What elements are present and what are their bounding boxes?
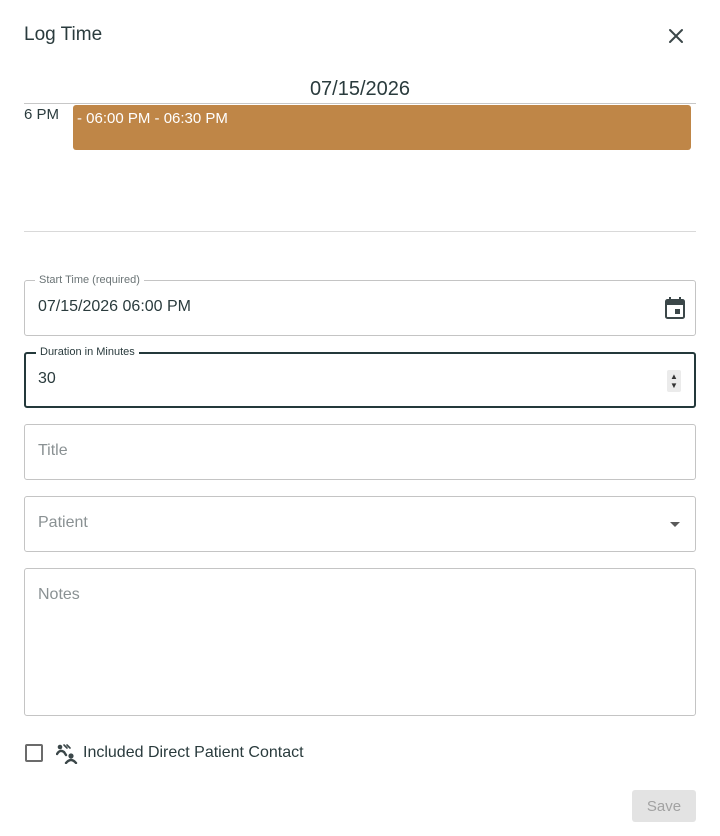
calendar-event-label: - 06:00 PM - 06:30 PM: [77, 110, 228, 127]
duration-value[interactable]: 30: [38, 370, 56, 388]
stepper-down-icon[interactable]: ▼: [670, 381, 678, 390]
calendar-icon[interactable]: [665, 297, 685, 319]
stepper-up-icon[interactable]: ▲: [670, 372, 678, 381]
calendar-hour-label: 6 PM: [24, 106, 60, 123]
calendar-divider: [24, 103, 696, 104]
patient-placeholder: Patient: [38, 514, 88, 531]
close-button[interactable]: [662, 22, 690, 50]
start-time-value[interactable]: 07/15/2026 06:00 PM: [38, 298, 191, 316]
direct-contact-label[interactable]: Included Direct Patient Contact: [83, 744, 304, 762]
section-divider: [24, 231, 696, 232]
title-placeholder: Title: [38, 442, 68, 459]
duration-field[interactable]: Duration in Minutes 30 ▲ ▼: [24, 345, 696, 408]
notes-field[interactable]: Notes: [24, 568, 696, 716]
calendar-event[interactable]: - 06:00 PM - 06:30 PM: [73, 105, 691, 150]
notes-placeholder: Notes: [38, 586, 80, 603]
duration-label: Duration in Minutes: [36, 345, 139, 359]
dropdown-arrow-icon[interactable]: [670, 522, 680, 527]
dialog-title: Log Time: [24, 24, 103, 45]
log-time-dialog: Log Time 07/15/2026 6 PM - 06:00 PM - 06…: [0, 0, 720, 836]
calendar-date: 07/15/2026: [309, 78, 411, 100]
patient-select[interactable]: Patient: [24, 496, 696, 552]
close-icon: [669, 29, 683, 43]
direct-contact-checkbox[interactable]: [25, 744, 43, 762]
title-field[interactable]: Title: [24, 424, 696, 480]
start-time-field[interactable]: Start Time (required) 07/15/2026 06:00 P…: [24, 273, 696, 336]
save-button[interactable]: Save: [632, 790, 696, 822]
patient-contact-icon: [56, 744, 78, 764]
start-time-label: Start Time (required): [35, 273, 144, 287]
duration-stepper[interactable]: ▲ ▼: [667, 370, 681, 392]
